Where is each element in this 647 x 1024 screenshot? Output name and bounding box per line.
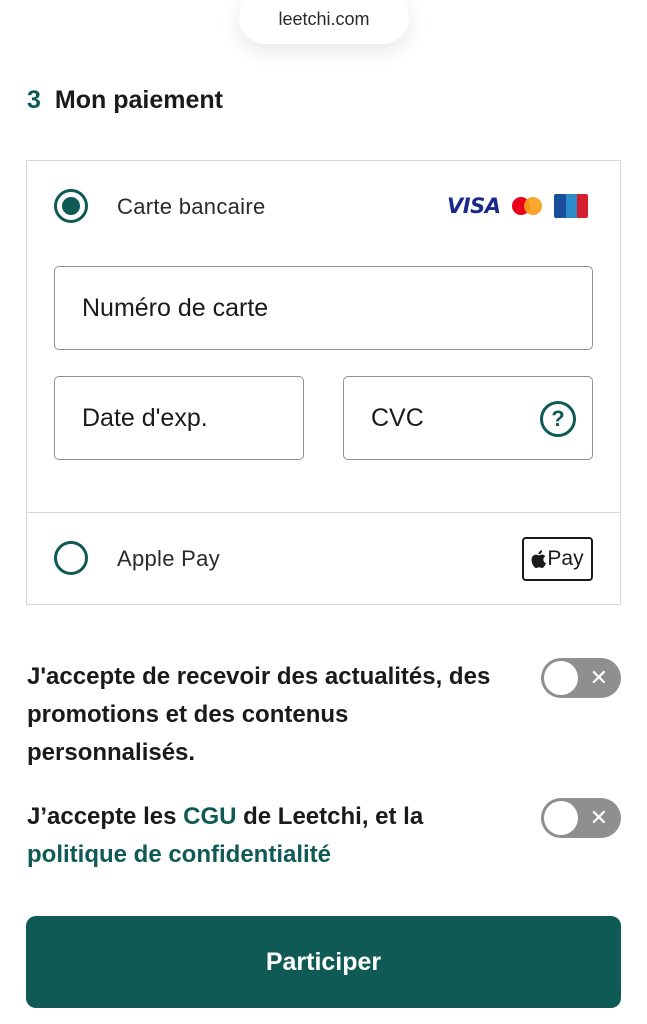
url-bar[interactable]: leetchi.com (239, 0, 409, 44)
apple-pay-badge: Pay (522, 537, 593, 581)
participate-button[interactable]: Participer (26, 916, 621, 1008)
card-number-placeholder: Numéro de carte (82, 293, 269, 322)
carte-bancaire-icon (554, 194, 589, 218)
card-brand-logos: VISA (447, 194, 589, 218)
mastercard-icon (512, 197, 543, 215)
divider (27, 512, 620, 513)
visa-logo: VISA (447, 194, 501, 218)
card-radio[interactable] (54, 189, 88, 223)
close-icon: ✕ (589, 665, 608, 690)
terms-consent-toggle[interactable]: ✕ (541, 798, 621, 838)
section-heading: 3 Mon paiement (27, 86, 223, 115)
cvc-placeholder: CVC (371, 403, 424, 432)
section-title: Mon paiement (54, 86, 223, 114)
toggle-knob (544, 661, 578, 695)
cgu-link[interactable]: CGU (183, 803, 236, 830)
terms-consent-text: J’accepte les CGU de Leetchi, et la poli… (27, 798, 507, 874)
payment-methods-box: Carte bancaire VISA Numéro de carte Date… (26, 160, 621, 605)
card-number-field[interactable]: Numéro de carte (54, 266, 593, 350)
marketing-consent-text: J'accepte de recevoir des actualités, de… (27, 663, 491, 766)
apple-pay-badge-text: Pay (547, 547, 584, 570)
apple-pay-radio[interactable] (54, 541, 88, 575)
apple-icon (531, 550, 547, 568)
apple-pay-option-label[interactable]: Apple Pay (117, 546, 220, 572)
terms-text-middle: de Leetchi, et la (236, 803, 424, 830)
step-number: 3 (27, 86, 41, 114)
card-option-label[interactable]: Carte bancaire (117, 194, 266, 220)
marketing-consent-toggle[interactable]: ✕ (541, 658, 621, 698)
url-text: leetchi.com (278, 9, 370, 29)
toggle-knob (544, 801, 578, 835)
close-icon: ✕ (589, 805, 608, 830)
help-icon[interactable]: ? (540, 401, 576, 437)
expiry-date-field[interactable]: Date d'exp. (54, 376, 304, 460)
cvc-field[interactable]: CVC ? (343, 376, 593, 460)
terms-text-before: J’accepte les (27, 803, 184, 830)
expiry-placeholder: Date d'exp. (82, 403, 208, 432)
privacy-policy-link[interactable]: politique de confidentialité (27, 841, 331, 868)
